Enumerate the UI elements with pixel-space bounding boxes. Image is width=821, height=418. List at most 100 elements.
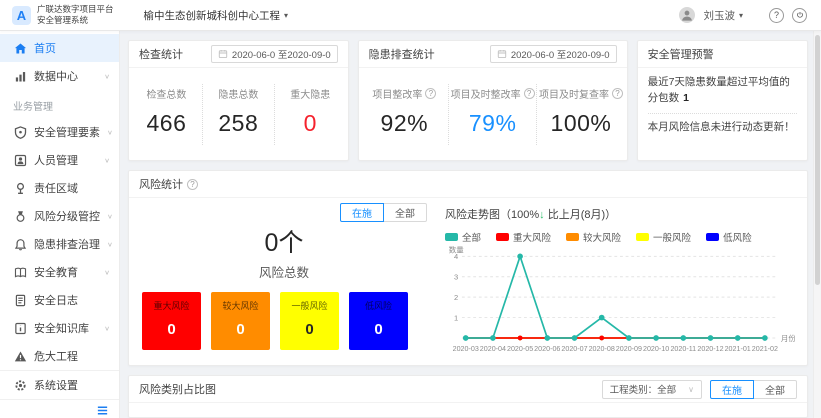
legend-item-低风险[interactable]: 低风险 [706,230,752,244]
svg-text:3: 3 [454,273,458,282]
log-icon [14,294,27,307]
card-risk-title: 风险统计 [139,176,183,192]
risk-box-value: 0 [374,321,382,338]
sidebar-item-system-settings[interactable]: 系统设置 [0,371,119,399]
exit-icon[interactable] [792,8,807,23]
calendar-icon [497,49,507,59]
risk-box-value: 0 [167,321,175,338]
sidebar-item-data-center[interactable]: 数据中心∨ [0,62,119,90]
sidebar-item-safety-log[interactable]: 安全日志 [0,286,119,314]
person-icon [14,154,27,167]
risk-box-较大风险[interactable]: 较大风险0 [211,292,270,350]
top-header: A 广联达数字项目平台 安全管理系统 榆中生态创新城科创中心工程 ▾ 刘玉波 ▾… [0,0,821,31]
stat-重大隐患: 重大隐患 0 [274,84,346,145]
risk-toggle-in-progress[interactable]: 在施 [340,203,384,222]
stat-label: 重大隐患 [290,86,330,101]
svg-text:2021-01: 2021-01 [725,345,751,353]
page-scrollbar[interactable] [813,31,821,418]
svg-text:2020-09: 2020-09 [616,345,642,353]
risk-help-icon[interactable]: ? [187,179,198,190]
inspection-date-range-picker[interactable]: 2020-06-0 至2020-09-0 [211,45,338,63]
sidebar-item-label: 责任区域 [34,180,78,196]
card-inspection-stats: 检查统计 2020-06-0 至2020-09-0 检查总数466隐患总数258… [128,40,349,161]
risk-level-boxes: 重大风险0较大风险0一般风险0低风险0 [139,292,429,350]
sidebar-item-safety-education[interactable]: 安全教育∨ [0,258,119,286]
risk-box-低风险[interactable]: 低风险0 [349,292,408,350]
warning-line-2: 本月风险信息未进行动态更新！ [648,120,797,136]
app-title-line1: 广联达数字项目平台 [37,4,114,15]
sidebar-item-risk-control[interactable]: 风险分级管控∨ [0,202,119,230]
sidebar-footer [0,399,119,418]
chevron-down-icon: ▾ [739,11,743,20]
sidebar-item-label: 安全知识库 [34,320,89,336]
risk-toggle-all[interactable]: 全部 [383,203,427,222]
category-toggle-all[interactable]: 全部 [753,380,797,399]
legend-item-较大风险[interactable]: 较大风险 [566,230,621,244]
chevron-down-icon: ∨ [688,385,694,394]
stat-help-icon[interactable]: ? [612,88,623,99]
legend-item-重大风险[interactable]: 重大风险 [496,230,551,244]
stat-value: 258 [203,110,274,137]
category-chart-area [129,403,807,417]
project-selector[interactable]: 榆中生态创新城科创中心工程 ▾ [144,8,289,23]
stat-help-icon[interactable]: ? [524,88,535,99]
menu-fold-icon[interactable] [96,404,109,417]
sidebar-item-label: 系统设置 [34,377,78,393]
sidebar-item-safety-elements[interactable]: 安全管理要素∨ [0,118,119,146]
risk-box-label: 重大风险 [153,299,189,312]
svg-text:2020-05: 2020-05 [507,345,533,353]
sidebar-item-hazard-treatment[interactable]: 隐患排查治理∨ [0,230,119,258]
svg-text:2020-07: 2020-07 [561,345,587,353]
risk-box-label: 一般风险 [291,299,327,312]
stat-value: 0 [275,110,346,137]
sidebar-item-home[interactable]: 首页 [0,34,119,62]
hazard-date-range-picker[interactable]: 2020-06-0 至2020-09-0 [490,45,617,63]
legend-item-一般风险[interactable]: 一般风险 [636,230,691,244]
inspection-date-range: 2020-06-0 至2020-09-0 [232,47,331,61]
svg-text:2: 2 [454,293,458,302]
divider [648,113,797,114]
data-center-icon [14,70,27,83]
project-category-select-value: 工程类别：全部 [610,382,677,396]
stat-检查总数: 检查总数466 [131,84,202,145]
scrollbar-thumb[interactable] [815,35,820,285]
warning-line-1-value: 1 [683,92,689,104]
stat-label: 隐患总数 [218,86,258,101]
warning-line-1: 最近7天隐患数量超过平均值的分包数1 [648,75,797,107]
legend-swatch [496,233,509,241]
sidebar-section-business-section: 业务管理 [0,90,119,118]
project-selector-label: 榆中生态创新城科创中心工程 [144,8,281,23]
legend-item-全部[interactable]: 全部 [445,230,481,244]
risk-trend-chart-title: 风险走势图（100%↓ 比上月(8月)） [445,206,795,222]
sidebar-item-responsibility-area[interactable]: 责任区域 [0,174,119,202]
sidebar-item-label: 风险分级管控 [34,208,100,224]
app-logo: A [12,6,31,25]
user-menu[interactable]: 刘玉波 ▾ [703,8,743,23]
risk-control-icon [14,210,27,223]
app-title-line2: 安全管理系统 [37,15,114,26]
legend-label: 一般风险 [653,230,691,244]
svg-text:2020-04: 2020-04 [480,345,506,353]
sidebar-item-label: 安全教育 [34,264,78,280]
category-status-toggle: 在施 全部 [710,380,797,399]
location-icon [14,182,27,195]
risk-box-一般风险[interactable]: 一般风险0 [280,292,339,350]
hazard-icon [14,238,27,251]
home-icon [14,42,27,55]
sidebar-item-dangerous-projects[interactable]: 危大工程 [0,342,119,370]
legend-label: 全部 [462,230,481,244]
card-hazard-stats: 隐患排查统计 2020-06-0 至2020-09-0 项目整改率?92%项目及… [358,40,628,161]
sidebar-item-knowledge-base[interactable]: 安全知识库∨ [0,314,119,342]
app-root: A 广联达数字项目平台 安全管理系统 榆中生态创新城科创中心工程 ▾ 刘玉波 ▾… [0,0,821,418]
stat-value: 100% [537,110,624,137]
sidebar-item-label: 人员管理 [34,152,78,168]
stat-help-icon[interactable]: ? [425,88,436,99]
risk-box-重大风险[interactable]: 重大风险 0 [142,292,201,350]
category-toggle-in-progress[interactable]: 在施 [710,380,754,399]
stat-项目及时复查率: 项目及时复查率?100% [536,84,624,145]
help-icon[interactable]: ? [769,8,784,23]
project-category-select[interactable]: 工程类别：全部 ∨ [602,380,702,399]
sidebar-item-personnel[interactable]: 人员管理∨ [0,146,119,174]
inspection-stats: 检查总数466 隐患总数 258 重大隐患 0 [129,68,348,160]
card-safety-warning: 安全管理预警 最近7天隐患数量超过平均值的分包数1 本月风险信息未进行动态更新！ [637,40,808,161]
